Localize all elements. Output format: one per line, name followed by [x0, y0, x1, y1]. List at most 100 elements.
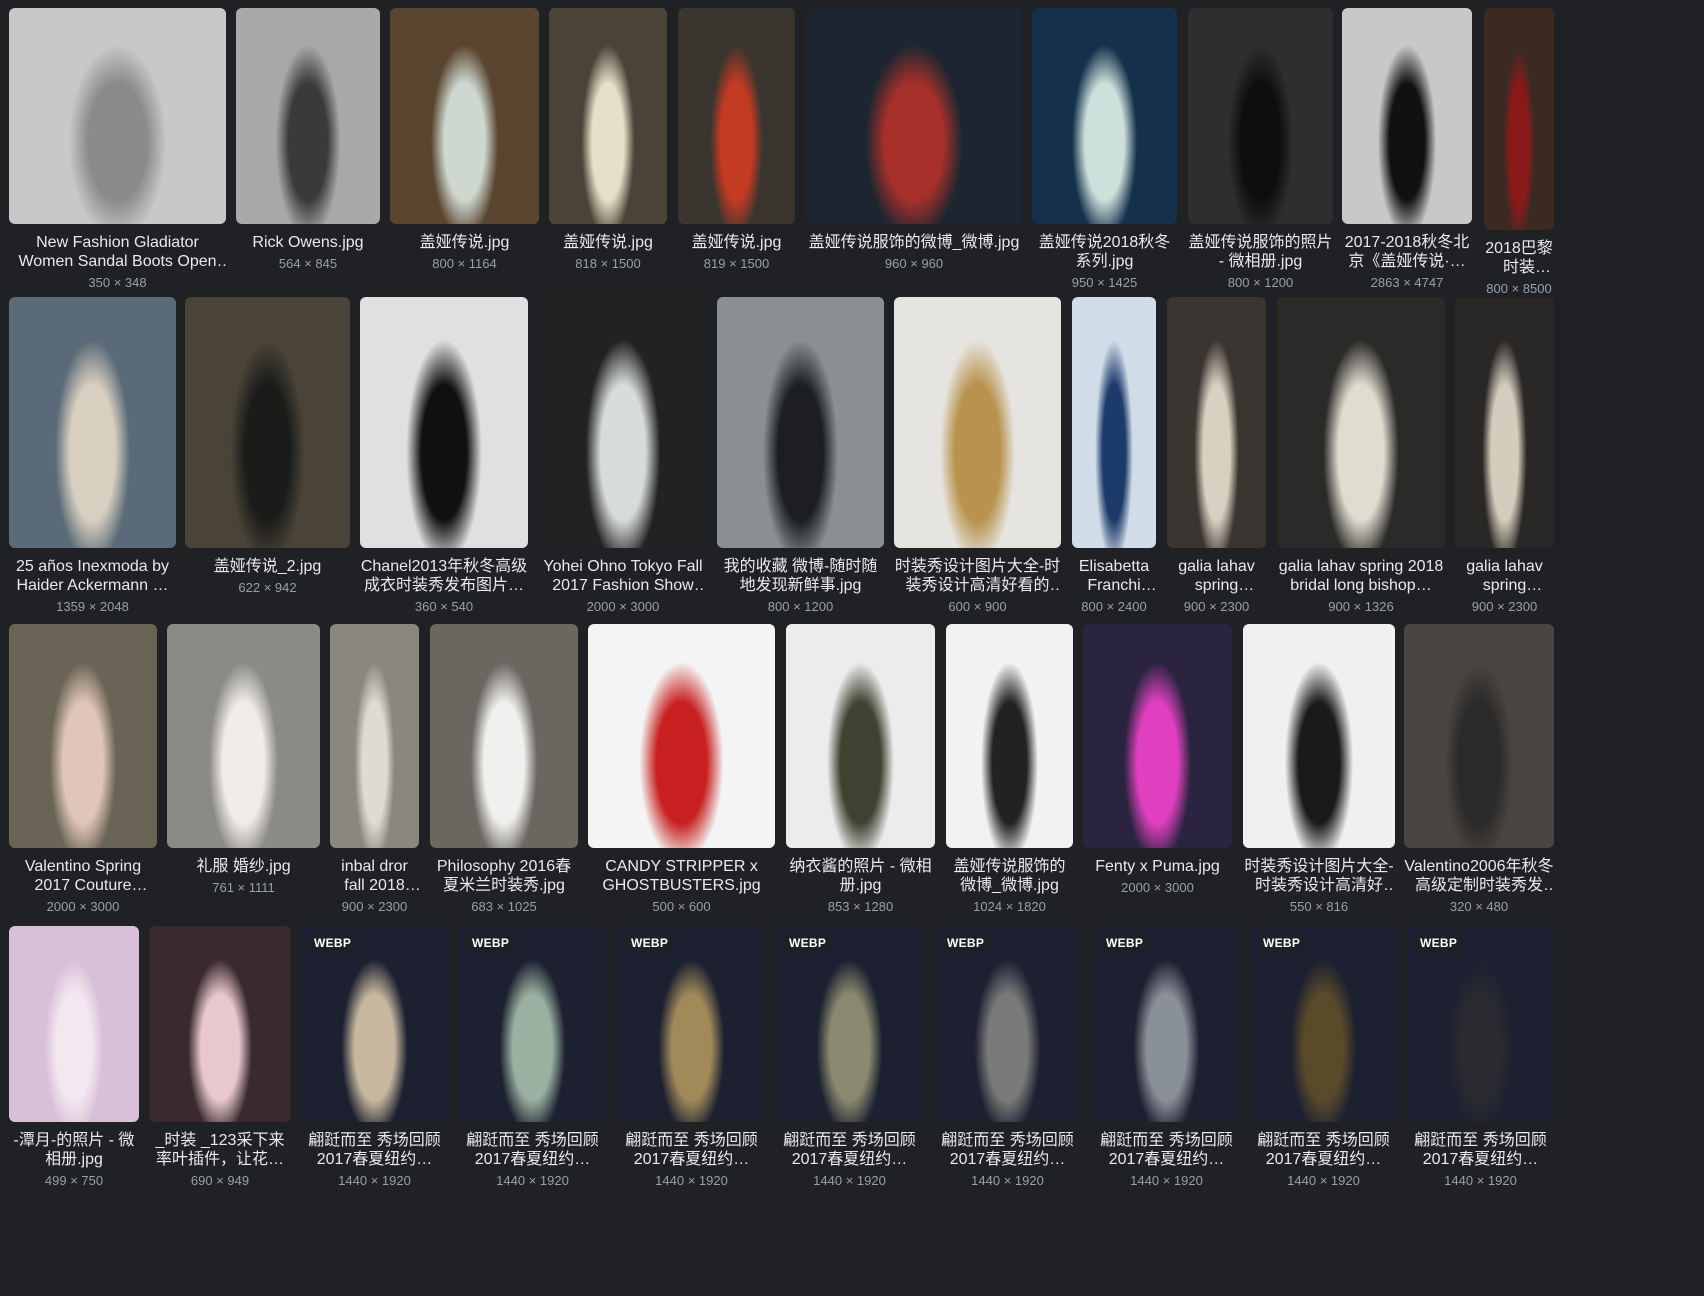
image-result[interactable]: 时装秀设计图片大全-时装秀设计高清好看的图… 600 × 900: [894, 297, 1061, 615]
image-title[interactable]: 翩跹而至 秀场回顾 2017春夏纽约…: [776, 1131, 923, 1169]
image-result[interactable]: WEBP 翩跹而至 秀场回顾 2017春夏纽约… 1440 × 1920: [618, 926, 765, 1189]
image-result[interactable]: Elisabetta Franchi Fal… 800 × 2400: [1072, 297, 1156, 615]
image-thumbnail[interactable]: [236, 8, 380, 224]
image-thumbnail[interactable]: WEBP: [1250, 926, 1397, 1122]
image-thumbnail[interactable]: [806, 8, 1022, 224]
image-title[interactable]: -潭月-的照片 - 微相册.jpg: [9, 1131, 139, 1169]
image-thumbnail[interactable]: WEBP: [618, 926, 765, 1122]
image-thumbnail[interactable]: [1404, 624, 1554, 848]
image-result[interactable]: WEBP 翩跹而至 秀场回顾 2017春夏纽约… 1440 × 1920: [776, 926, 923, 1189]
image-title[interactable]: 2017-2018秋冬北京《盖娅传说·熊英…: [1342, 233, 1472, 271]
image-thumbnail[interactable]: [549, 8, 667, 224]
image-result[interactable]: 盖娅传说服饰的照片 - 微相册.jpg 800 × 1200: [1188, 8, 1333, 291]
image-result[interactable]: 盖娅传说.jpg 800 × 1164: [390, 8, 539, 272]
image-thumbnail[interactable]: [167, 624, 320, 848]
image-result[interactable]: WEBP 翩跹而至 秀场回顾 2017春夏纽约… 1440 × 1920: [1407, 926, 1554, 1189]
image-thumbnail[interactable]: [678, 8, 795, 224]
image-title[interactable]: 翩跹而至 秀场回顾 2017春夏纽约…: [301, 1131, 448, 1169]
image-result[interactable]: Valentino2006年秋冬高级定制时装秀发布… 320 × 480: [1404, 624, 1554, 915]
image-title[interactable]: 时装秀设计图片大全-时装秀设计高清好看的图…: [894, 557, 1061, 595]
image-result[interactable]: 盖娅传说服饰的微博_微博.jpg 1024 × 1820: [946, 624, 1073, 915]
image-result[interactable]: 盖娅传说.jpg 818 × 1500: [549, 8, 667, 272]
image-title[interactable]: 盖娅传说.jpg: [390, 233, 539, 252]
image-title[interactable]: inbal dror fall 2018 bridal…: [330, 857, 419, 895]
image-thumbnail[interactable]: [946, 624, 1073, 848]
image-title[interactable]: _时装 _123采下来 率叶插件，让花瓣网…: [149, 1131, 291, 1169]
image-title[interactable]: 盖娅传说2018秋冬系列.jpg: [1032, 233, 1177, 271]
image-title[interactable]: Fenty x Puma.jpg: [1083, 857, 1232, 876]
image-title[interactable]: Chanel2013年秋冬高级成衣时装秀发布图片…: [360, 557, 528, 595]
image-title[interactable]: 礼服 婚纱.jpg: [167, 857, 320, 876]
image-title[interactable]: 翩跹而至 秀场回顾 2017春夏纽约…: [1407, 1131, 1554, 1169]
image-thumbnail[interactable]: [1455, 297, 1554, 548]
image-title[interactable]: 纳衣酱的照片 - 微相册.jpg: [786, 857, 935, 895]
image-thumbnail[interactable]: WEBP: [1407, 926, 1554, 1122]
image-thumbnail[interactable]: [717, 297, 884, 548]
image-thumbnail[interactable]: [330, 624, 419, 848]
image-result[interactable]: 礼服 婚纱.jpg 761 × 1111: [167, 624, 320, 896]
image-title[interactable]: 盖娅传说服饰的微博_微博.jpg: [806, 233, 1022, 252]
image-thumbnail[interactable]: [588, 624, 775, 848]
image-title[interactable]: 25 años Inexmoda by Haider Ackermann 春夏…: [9, 557, 176, 595]
image-title[interactable]: 翩跹而至 秀场回顾 2017春夏纽约…: [459, 1131, 606, 1169]
image-title[interactable]: Yohei Ohno Tokyo Fall 2017 Fashion Show …: [540, 557, 706, 595]
image-thumbnail[interactable]: [1167, 297, 1266, 548]
image-result[interactable]: inbal dror fall 2018 bridal… 900 × 2300: [330, 624, 419, 915]
image-thumbnail[interactable]: [185, 297, 350, 548]
image-result[interactable]: galia lahav spring 2018… 900 × 2300: [1455, 297, 1554, 615]
image-result[interactable]: Rick Owens.jpg 564 × 845: [236, 8, 380, 272]
image-thumbnail[interactable]: WEBP: [776, 926, 923, 1122]
image-title[interactable]: Elisabetta Franchi Fal…: [1072, 557, 1156, 595]
image-result[interactable]: 盖娅传说_2.jpg 622 × 942: [185, 297, 350, 596]
image-thumbnail[interactable]: [894, 297, 1061, 548]
image-thumbnail[interactable]: [149, 926, 291, 1122]
image-result[interactable]: New Fashion Gladiator Women Sandal Boots…: [9, 8, 226, 291]
image-result[interactable]: Yohei Ohno Tokyo Fall 2017 Fashion Show …: [540, 297, 706, 615]
image-result[interactable]: galia lahav spring 2018… 900 × 2300: [1167, 297, 1266, 615]
image-thumbnail[interactable]: [9, 297, 176, 548]
image-title[interactable]: 翩跹而至 秀场回顾 2017春夏纽约…: [1250, 1131, 1397, 1169]
image-title[interactable]: CANDY STRIPPER x GHOSTBUSTERS.jpg: [588, 857, 775, 895]
image-result[interactable]: 我的收藏 微博-随时随地发现新鲜事.jpg 800 × 1200: [717, 297, 884, 615]
image-thumbnail[interactable]: [360, 297, 528, 548]
image-thumbnail[interactable]: [1188, 8, 1333, 224]
image-result[interactable]: Valentino Spring 2017 Couture Fashion Sh…: [9, 624, 157, 915]
image-result[interactable]: 时装秀设计图片大全-时装秀设计高清好看… 550 × 816: [1243, 624, 1395, 915]
image-result[interactable]: WEBP 翩跹而至 秀场回顾 2017春夏纽约… 1440 × 1920: [1093, 926, 1240, 1189]
image-result[interactable]: 盖娅传说.jpg 819 × 1500: [678, 8, 795, 272]
image-result[interactable]: 纳衣酱的照片 - 微相册.jpg 853 × 1280: [786, 624, 935, 915]
image-result[interactable]: Chanel2013年秋冬高级成衣时装秀发布图片… 360 × 540: [360, 297, 528, 615]
image-thumbnail[interactable]: [1083, 624, 1232, 848]
image-thumbnail[interactable]: WEBP: [301, 926, 448, 1122]
image-thumbnail[interactable]: [9, 624, 157, 848]
image-result[interactable]: 2017-2018秋冬北京《盖娅传说·熊英… 2863 × 4747: [1342, 8, 1472, 291]
image-thumbnail[interactable]: [786, 624, 935, 848]
image-title[interactable]: galia lahav spring 2018…: [1455, 557, 1554, 595]
image-thumbnail[interactable]: [430, 624, 578, 848]
image-thumbnail[interactable]: [9, 926, 139, 1122]
image-title[interactable]: 翩跹而至 秀场回顾 2017春夏纽约…: [1093, 1131, 1240, 1169]
image-thumbnail[interactable]: [540, 297, 706, 548]
image-result[interactable]: WEBP 翩跹而至 秀场回顾 2017春夏纽约… 1440 × 1920: [301, 926, 448, 1189]
image-title[interactable]: 时装秀设计图片大全-时装秀设计高清好看…: [1243, 857, 1395, 895]
image-title[interactable]: New Fashion Gladiator Women Sandal Boots…: [9, 233, 226, 271]
image-result[interactable]: Philosophy 2016春夏米兰时装秀.jpg 683 × 1025: [430, 624, 578, 915]
image-result[interactable]: WEBP 翩跹而至 秀场回顾 2017春夏纽约… 1440 × 1920: [459, 926, 606, 1189]
image-result[interactable]: Fenty x Puma.jpg 2000 × 3000: [1083, 624, 1232, 896]
image-title[interactable]: Valentino Spring 2017 Couture Fashion Sh…: [9, 857, 157, 895]
image-thumbnail[interactable]: [1342, 8, 1472, 224]
image-title[interactable]: 翩跹而至 秀场回顾 2017春夏纽约…: [934, 1131, 1081, 1169]
image-title[interactable]: 我的收藏 微博-随时随地发现新鲜事.jpg: [717, 557, 884, 595]
image-result[interactable]: 盖娅传说服饰的微博_微博.jpg 960 × 960: [806, 8, 1022, 272]
image-thumbnail[interactable]: WEBP: [934, 926, 1081, 1122]
image-result[interactable]: galia lahav spring 2018 bridal long bish…: [1277, 297, 1445, 615]
image-result[interactable]: WEBP 翩跹而至 秀场回顾 2017春夏纽约… 1440 × 1920: [934, 926, 1081, 1189]
image-result[interactable]: WEBP 翩跹而至 秀场回顾 2017春夏纽约… 1440 × 1920: [1250, 926, 1397, 1189]
image-result[interactable]: 2018巴黎时装周，… 800 × 8500: [1484, 8, 1554, 297]
image-title[interactable]: 盖娅传说.jpg: [549, 233, 667, 252]
image-thumbnail[interactable]: WEBP: [459, 926, 606, 1122]
image-title[interactable]: Rick Owens.jpg: [236, 233, 380, 252]
image-thumbnail[interactable]: [1032, 8, 1177, 224]
image-title[interactable]: 盖娅传说.jpg: [678, 233, 795, 252]
image-title[interactable]: 翩跹而至 秀场回顾 2017春夏纽约…: [618, 1131, 765, 1169]
